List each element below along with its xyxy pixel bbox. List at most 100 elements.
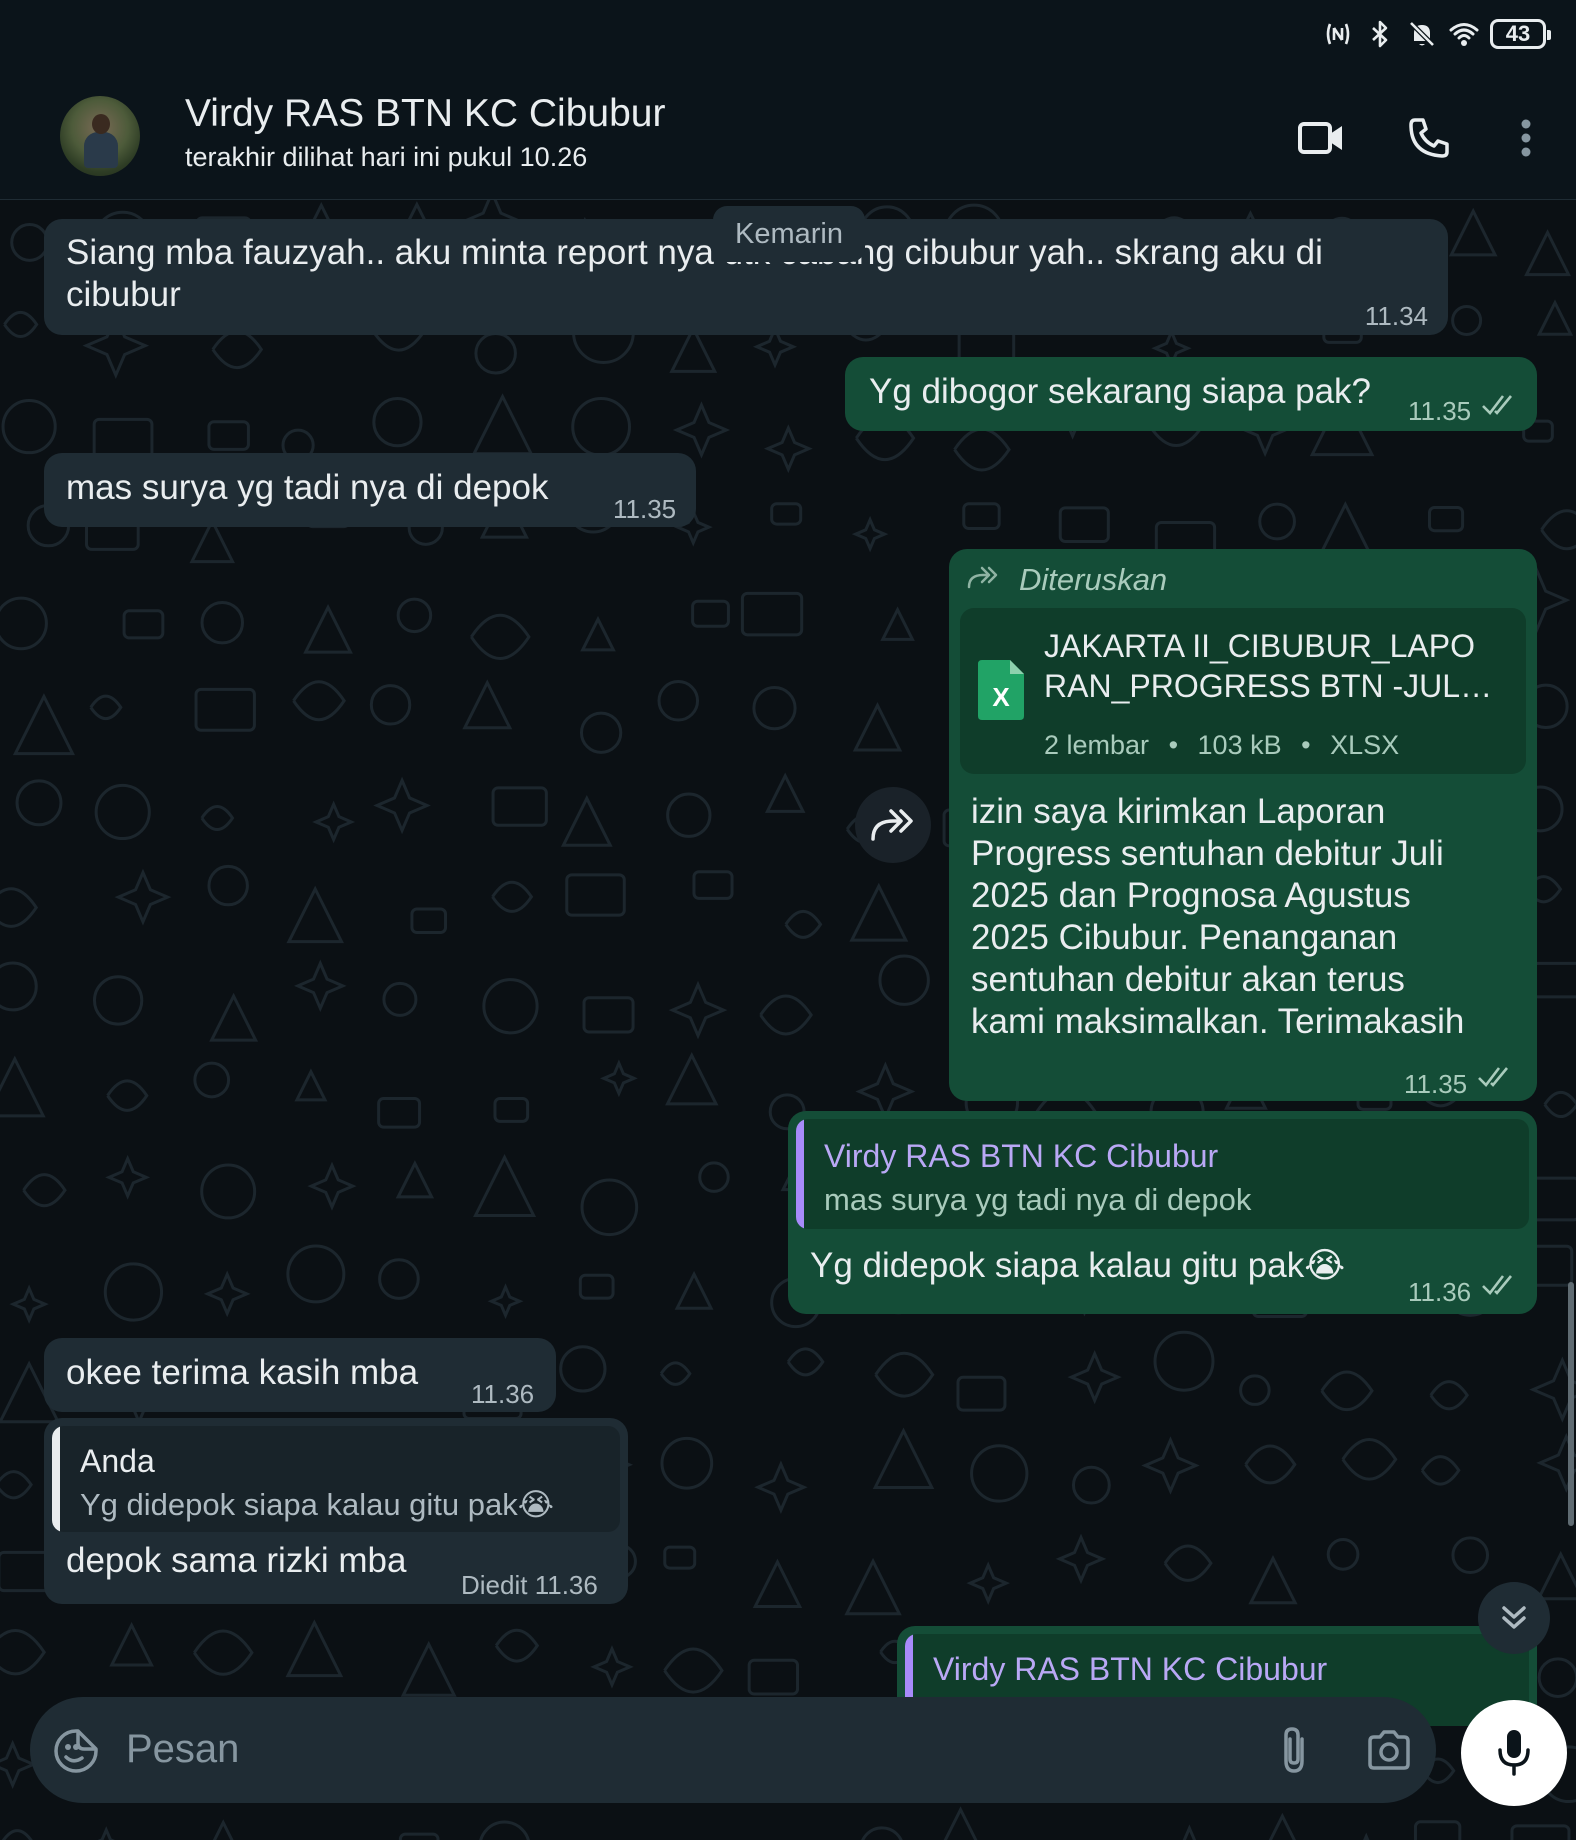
forward-button[interactable] [855, 787, 931, 863]
excel-letter: X [992, 682, 1010, 712]
wallpaper-doodle [494, 1628, 540, 1663]
wallpaper-doodle [106, 1079, 149, 1112]
wallpaper-doodle [209, 992, 259, 1042]
quoted-message[interactable]: Virdy RAS BTN KC Cibubur mas surya yg ta… [796, 1119, 1529, 1229]
wallpaper-doodle [692, 870, 734, 900]
battery-icon: 43 [1490, 19, 1551, 49]
wallpaper-doodle [752, 1558, 803, 1608]
wallpaper-doodle [659, 1361, 692, 1386]
document-attachment[interactable]: X JAKARTA II_CIBUBUR_LAPO RAN_PROGRESS B… [960, 608, 1526, 774]
bluetooth-icon [1372, 20, 1388, 48]
wallpaper-doodle [571, 396, 632, 457]
wallpaper-doodle [303, 603, 353, 654]
message-incoming[interactable]: okee terima kasih mba 11.36 [44, 1338, 556, 1412]
camera-icon[interactable] [1366, 1729, 1412, 1771]
wallpaper-doodle [666, 792, 712, 838]
wallpaper-doodle [15, 779, 63, 827]
voice-call-button[interactable] [1401, 110, 1457, 166]
wallpaper-doodle [0, 961, 38, 1012]
wallpaper-doodle [560, 795, 613, 847]
wallpaper-doodle [559, 1345, 607, 1393]
wallpaper-doodle [970, 1444, 1029, 1503]
wallpaper-doodle [786, 1347, 825, 1377]
more-options-button[interactable] [1498, 110, 1554, 166]
wallpaper-doodle [1248, 1555, 1298, 1605]
wallpaper-doodle [400, 1640, 457, 1697]
message-text: izin saya kirimkan Laporan Progress sent… [971, 791, 1464, 1043]
quoted-message[interactable]: Anda Yg didepok siapa kalau gitu pak😭 [52, 1426, 620, 1532]
wallpaper-doodle [203, 1270, 251, 1318]
quote-author: Virdy RAS BTN KC Cibubur [824, 1138, 1219, 1174]
message-outgoing[interactable]: Yg dibogor sekarang siapa pak? 11.35 [845, 357, 1537, 431]
wallpaper-doodle [0, 596, 48, 651]
status-bar: 43 [0, 0, 1576, 74]
wallpaper-doodle [94, 783, 151, 841]
document-name: JAKARTA II_CIBUBUR_LAPO RAN_PROGRESS BTN… [1044, 626, 1492, 706]
wallpaper-doodle [92, 975, 144, 1026]
wallpaper-doodle [580, 615, 616, 652]
wallpaper-doodle [763, 424, 813, 474]
wallpaper-doodle [1536, 299, 1574, 336]
message-text: Yg didepok siapa kalau gitu pak😭 [810, 1246, 1346, 1285]
wallpaper-doodle [207, 864, 249, 907]
wallpaper-doodle [1420, 1455, 1461, 1486]
wallpaper-doodle [10, 223, 50, 262]
wallpaper-doodle [200, 1163, 257, 1220]
wallpaper-doodle [698, 1161, 730, 1193]
message-incoming-reply[interactable]: Anda Yg didepok siapa kalau gitu pak😭 de… [44, 1418, 628, 1604]
scroll-to-bottom-button[interactable] [1478, 1582, 1550, 1654]
wallpaper-doodle [373, 776, 431, 835]
message-text: cibubur [66, 275, 181, 314]
wallpaper-doodle [852, 702, 903, 752]
attachment-paperclip-icon[interactable] [1274, 1725, 1314, 1775]
wallpaper-doodle [109, 1621, 154, 1667]
wallpaper-doodle [312, 800, 356, 844]
message-outgoing-reply[interactable]: Virdy RAS BTN KC Cibubur mas surya yg ta… [788, 1111, 1537, 1314]
voice-message-button[interactable] [1461, 1700, 1567, 1806]
wallpaper-doodle [479, 1820, 530, 1840]
wallpaper-doodle [1182, 1824, 1197, 1840]
scrollbar[interactable] [1568, 1282, 1574, 1526]
wallpaper-doodle [1058, 506, 1110, 544]
wallpaper-doodle [286, 885, 344, 944]
video-camera-icon [1298, 122, 1342, 154]
wallpaper-doodle [462, 679, 513, 730]
video-call-button[interactable] [1293, 110, 1349, 166]
wallpaper-doodle [855, 1061, 916, 1122]
wallpaper-doodle [660, 1436, 714, 1490]
more-vertical-icon [1521, 119, 1531, 157]
message-line: Progress sentuhan debitur Juli [971, 834, 1444, 873]
sticker-emoji-icon[interactable] [52, 1727, 100, 1775]
message-line: kami maksimalkan. Terimakasih [971, 1002, 1465, 1041]
chat-header: Virdy RAS BTN KC Cibubur terakhir diliha… [0, 74, 1576, 200]
document-size: 103 kB [1197, 730, 1282, 760]
wallpaper-doodle [89, 694, 123, 721]
wallpaper-doodle [1536, 1550, 1576, 1601]
read-ticks-icon [1482, 1275, 1513, 1295]
contact-name[interactable]: Virdy RAS BTN KC Cibubur [185, 92, 665, 136]
wallpaper-doodle [189, 517, 235, 564]
wallpaper-doodle [1540, 509, 1576, 551]
message-incoming[interactable]: mas surya yg tadi nya di depok 11.35 [44, 453, 696, 527]
message-outgoing-forwarded[interactable]: Diteruskan X JAKARTA II_CIBUBUR_LAPO RAN… [949, 549, 1537, 1101]
message-input-bar[interactable]: Pesan [30, 1697, 1436, 1803]
wallpaper-doodle [193, 1061, 231, 1099]
message-text: Yg dibogor sekarang siapa pak? [869, 372, 1372, 411]
forward-icon [871, 809, 913, 841]
wallpaper-doodle [1326, 1538, 1360, 1571]
wallpaper-doodle [665, 1051, 719, 1106]
wallpaper-doodle [674, 1270, 714, 1310]
message-input-placeholder[interactable]: Pesan [126, 1727, 239, 1772]
wallpaper-doodle [1543, 1090, 1576, 1119]
quote-text: mas surya yg tadi nya di depok [824, 1182, 1252, 1217]
wallpaper-doodle [122, 609, 165, 640]
wallpaper-doodle [764, 772, 806, 813]
wallpaper-doodle [663, 1647, 724, 1694]
forwarded-label: Diteruskan [1019, 562, 1168, 597]
message-time: 11.35 [613, 494, 677, 524]
wallpaper-doodle [759, 994, 813, 1036]
wallpaper-doodle [668, 980, 728, 1040]
wallpaper-doodle [1, 1829, 33, 1840]
wallpaper-doodle [491, 880, 534, 913]
avatar[interactable] [60, 96, 140, 176]
